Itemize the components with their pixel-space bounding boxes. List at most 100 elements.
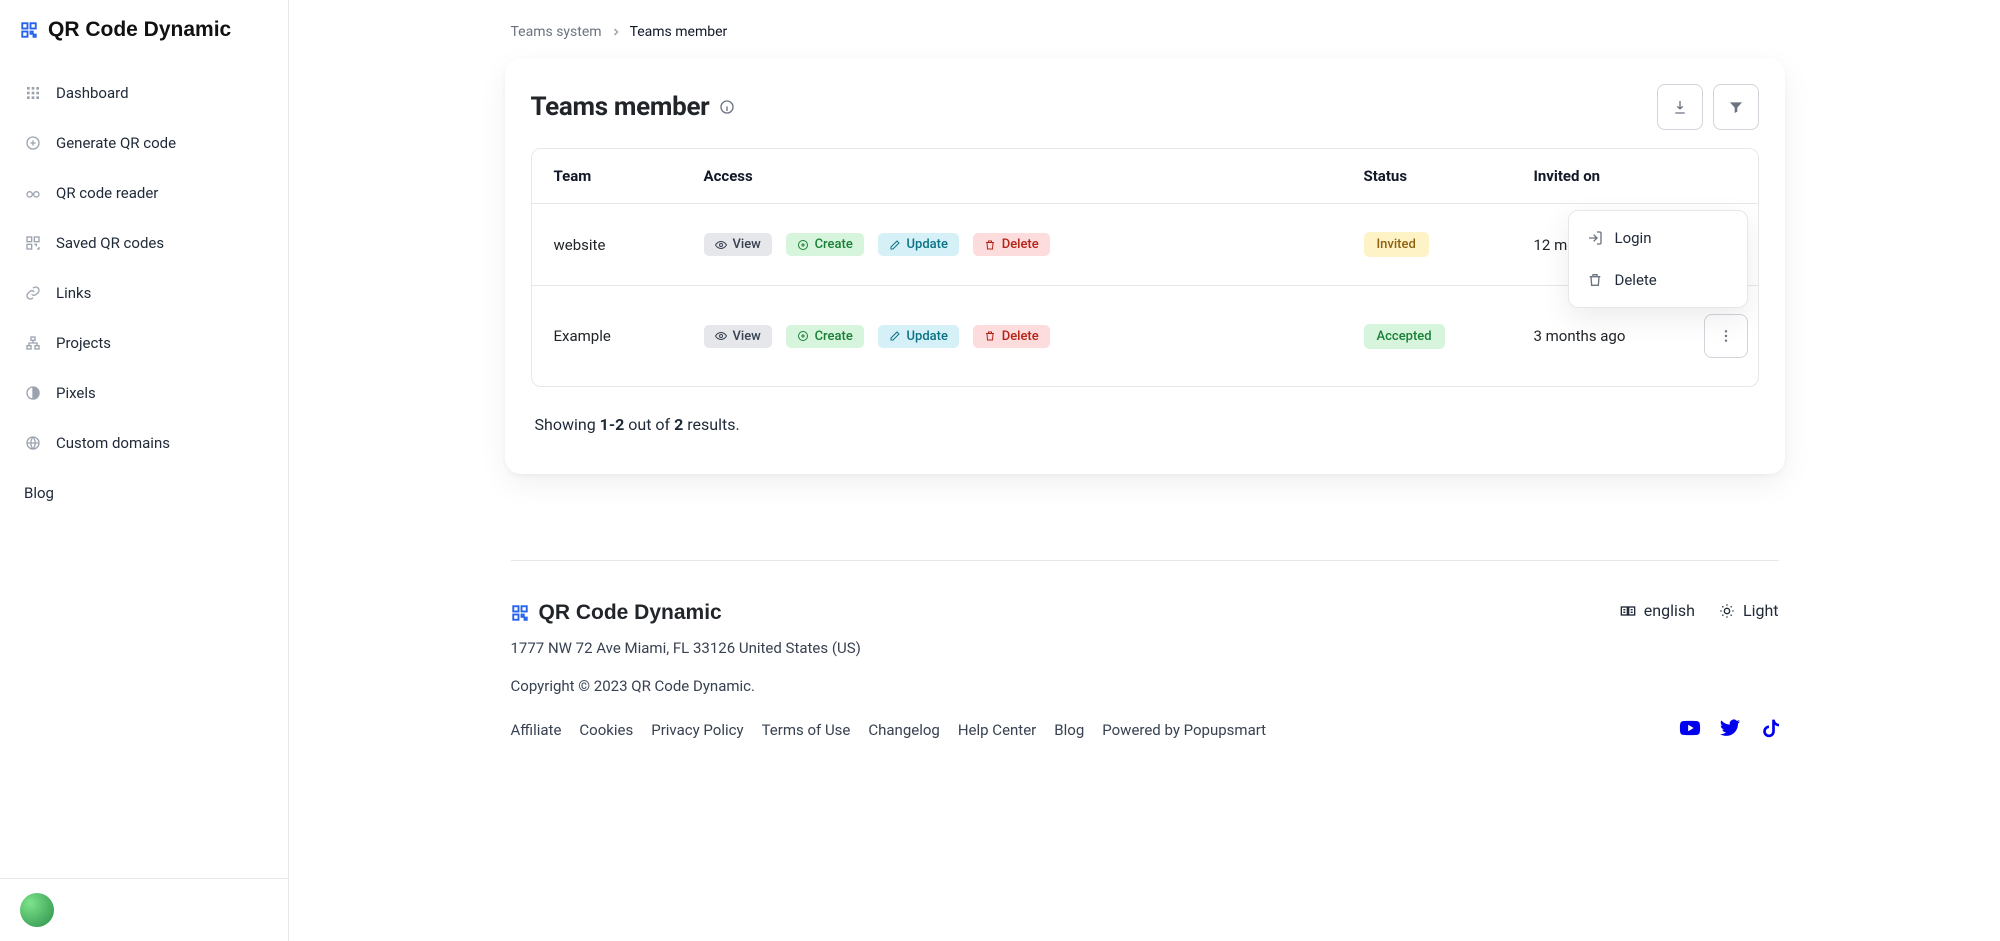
footer-link-terms[interactable]: Terms of Use	[762, 721, 851, 739]
brand-name: QR Code Dynamic	[48, 18, 231, 42]
sidebar-item-label: Links	[56, 284, 91, 302]
chevron-right-icon	[610, 26, 622, 38]
language-switcher[interactable]: english	[1620, 601, 1695, 620]
globe-icon	[24, 435, 42, 451]
footer-link-cookies[interactable]: Cookies	[579, 721, 633, 739]
plus-circle-icon	[797, 239, 809, 251]
theme-label: Light	[1743, 601, 1779, 620]
footer-address: 1777 NW 72 Ave Miami, FL 33126 United St…	[511, 639, 861, 657]
main: Teams system Teams member Teams member	[289, 0, 2000, 941]
status-badge: Accepted	[1364, 324, 1445, 349]
breadcrumb-parent[interactable]: Teams system	[511, 24, 602, 40]
social-tiktok[interactable]	[1759, 718, 1779, 742]
sidebar-item-label: Projects	[56, 334, 111, 352]
cell-team: Example	[532, 285, 682, 386]
sidebar-item-label: Blog	[24, 484, 54, 502]
theme-switcher[interactable]: Light	[1719, 601, 1779, 620]
row-actions-dropdown: Login Delete	[1568, 210, 1748, 308]
filter-icon	[1728, 99, 1744, 115]
brand-logo[interactable]: QR Code Dynamic	[0, 0, 288, 60]
sidebar-item-saved[interactable]: Saved QR codes	[0, 218, 288, 268]
page-title: Teams member	[531, 92, 710, 122]
teams-member-card: Teams member	[505, 58, 1785, 474]
breadcrumb: Teams system Teams member	[505, 24, 1785, 40]
sidebar-item-pixels[interactable]: Pixels	[0, 368, 288, 418]
col-header-status: Status	[1342, 149, 1512, 203]
col-header-invited: Invited on	[1512, 149, 1682, 203]
trash-icon	[1587, 272, 1603, 288]
sidebar-item-label: Custom domains	[56, 434, 170, 452]
results-mid: out of	[624, 415, 674, 434]
cell-status: Accepted	[1342, 285, 1512, 386]
sun-icon	[1719, 603, 1735, 619]
access-badge-update: Update	[878, 325, 959, 348]
dropdown-login[interactable]: Login	[1569, 217, 1747, 259]
trash-icon	[984, 239, 996, 251]
diagram-icon	[24, 335, 42, 351]
teams-table: Team Access Status Invited on website	[531, 148, 1759, 387]
access-badge-view: View	[704, 233, 772, 256]
access-badge-delete: Delete	[973, 325, 1050, 348]
sidebar: QR Code Dynamic Dashboard Generate QR co…	[0, 0, 289, 941]
badge-label: Delete	[1002, 237, 1039, 252]
footer-copyright: Copyright © 2023 QR Code Dynamic.	[511, 677, 861, 695]
download-button[interactable]	[1657, 84, 1703, 130]
sidebar-item-links[interactable]: Links	[0, 268, 288, 318]
footer-divider	[511, 560, 1779, 561]
login-icon	[1587, 230, 1603, 246]
breadcrumb-current: Teams member	[630, 24, 728, 40]
sidebar-item-blog[interactable]: Blog	[0, 468, 288, 518]
badge-label: Update	[907, 329, 948, 344]
sidebar-item-label: QR code reader	[56, 184, 158, 202]
sidebar-item-generate[interactable]: Generate QR code	[0, 118, 288, 168]
footer-link-help[interactable]: Help Center	[958, 721, 1036, 739]
download-icon	[1672, 99, 1688, 115]
dropdown-delete[interactable]: Delete	[1569, 259, 1747, 301]
badge-label: Update	[907, 237, 948, 252]
grid-icon	[24, 85, 42, 101]
plus-circle-icon	[797, 330, 809, 342]
cell-access: View Create Update Delete	[682, 285, 1342, 386]
footer-link-powered[interactable]: Powered by Popupsmart	[1102, 721, 1266, 739]
sidebar-user[interactable]	[0, 878, 288, 941]
footer-link-changelog[interactable]: Changelog	[868, 721, 939, 739]
cell-team: website	[532, 203, 682, 285]
footer-links: Affiliate Cookies Privacy Policy Terms o…	[511, 721, 1267, 739]
row-actions-button[interactable]	[1704, 314, 1748, 358]
social-twitter[interactable]	[1719, 717, 1741, 743]
footer-link-privacy[interactable]: Privacy Policy	[651, 721, 743, 739]
access-badge-delete: Delete	[973, 233, 1050, 256]
link-icon	[24, 285, 42, 301]
language-label: english	[1644, 601, 1695, 620]
footer-link-blog[interactable]: Blog	[1054, 721, 1084, 739]
social-youtube[interactable]	[1679, 717, 1701, 743]
results-range: 1-2	[600, 415, 625, 434]
access-badge-create: Create	[786, 325, 864, 348]
col-header-team: Team	[532, 149, 682, 203]
results-suffix: results.	[683, 415, 739, 434]
status-badge: Invited	[1364, 232, 1429, 257]
brand-name: QR Code Dynamic	[539, 601, 722, 625]
badge-label: Create	[815, 329, 853, 344]
sidebar-item-dashboard[interactable]: Dashboard	[0, 68, 288, 118]
footer-link-affiliate[interactable]: Affiliate	[511, 721, 562, 739]
footer-logo[interactable]: QR Code Dynamic	[511, 601, 861, 625]
badge-label: View	[733, 237, 761, 252]
filter-button[interactable]	[1713, 84, 1759, 130]
col-header-actions	[1682, 149, 1758, 203]
col-header-access: Access	[682, 149, 1342, 203]
language-icon	[1620, 603, 1636, 619]
access-badge-create: Create	[786, 233, 864, 256]
trash-icon	[984, 330, 996, 342]
sidebar-item-domains[interactable]: Custom domains	[0, 418, 288, 468]
cell-status: Invited	[1342, 203, 1512, 285]
sidebar-item-label: Pixels	[56, 384, 96, 402]
info-icon[interactable]	[719, 99, 735, 115]
sidebar-item-projects[interactable]: Projects	[0, 318, 288, 368]
cell-actions: Login Delete	[1682, 203, 1758, 285]
youtube-icon	[1679, 727, 1701, 743]
badge-label: View	[733, 329, 761, 344]
plus-circle-icon	[24, 135, 42, 151]
access-badge-update: Update	[878, 233, 959, 256]
sidebar-item-reader[interactable]: QR code reader	[0, 168, 288, 218]
